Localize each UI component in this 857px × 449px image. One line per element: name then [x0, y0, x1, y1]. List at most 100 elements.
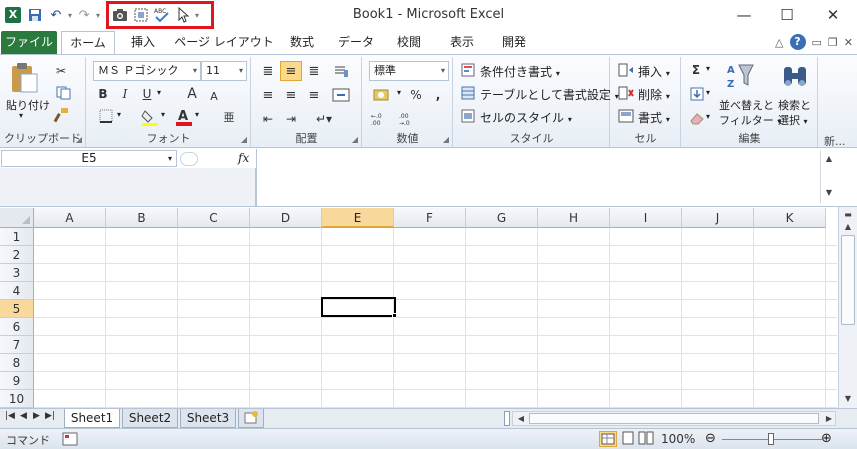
font-name-select[interactable]: ＭＳ Ｐゴシック ▾ — [93, 61, 201, 81]
tab-view[interactable]: 表示 — [440, 31, 484, 54]
row-header-2[interactable]: 2 — [0, 246, 34, 264]
borders-dropdown-icon[interactable]: ▾ — [117, 110, 121, 119]
alignment-launcher-icon[interactable]: ◢ — [352, 135, 358, 144]
paste-icon[interactable] — [6, 61, 42, 95]
last-sheet-icon[interactable]: ▶| — [45, 411, 55, 421]
name-box[interactable]: E5 ▾ — [1, 150, 177, 167]
merge-center-icon[interactable] — [330, 85, 352, 105]
row-header-7[interactable]: 7 — [0, 336, 34, 354]
column-header-b[interactable]: B — [106, 208, 178, 228]
underline-dropdown-icon[interactable]: ▾ — [157, 88, 161, 97]
active-cell[interactable] — [321, 297, 396, 317]
formula-input[interactable]: ▲ ▼ — [256, 149, 837, 206]
font-color-icon[interactable]: A — [173, 107, 195, 127]
normal-view-icon[interactable] — [599, 431, 617, 447]
vertical-scroll-thumb[interactable] — [841, 235, 855, 325]
horizontal-scroll-thumb[interactable] — [529, 413, 819, 424]
horizontal-scrollbar[interactable]: ◀ ▶ — [512, 411, 836, 426]
next-sheet-icon[interactable]: ▶ — [33, 411, 40, 421]
column-header-e[interactable]: E — [322, 208, 394, 228]
row-header-5[interactable]: 5 — [0, 300, 34, 318]
sort-filter-button[interactable]: フィルター ▾ — [719, 112, 781, 128]
align-top-icon[interactable]: ≣ — [258, 61, 278, 81]
shrink-font-button[interactable]: A — [205, 87, 223, 105]
column-header-k[interactable]: K — [754, 208, 826, 228]
tab-review[interactable]: 校閲 — [387, 31, 431, 54]
column-header-c[interactable]: C — [178, 208, 250, 228]
formula-scroll-up-icon[interactable]: ▲ — [821, 151, 837, 167]
vertical-scrollbar[interactable]: ▬ ▲ ▼ — [838, 207, 857, 408]
insert-cells-button[interactable]: 挿入 ▾ — [638, 63, 670, 80]
align-middle-icon[interactable]: ≡ — [280, 61, 302, 81]
format-as-table-icon[interactable] — [460, 85, 476, 101]
underline-button[interactable]: U — [139, 85, 155, 103]
prev-sheet-icon[interactable]: ◀ — [20, 411, 27, 421]
column-header-d[interactable]: D — [250, 208, 322, 228]
fill-down-icon[interactable] — [688, 85, 706, 103]
row-header-10[interactable]: 10 — [0, 390, 34, 408]
row-header-8[interactable]: 8 — [0, 354, 34, 372]
fill-color-dropdown-icon[interactable]: ▾ — [161, 110, 165, 119]
column-header-a[interactable]: A — [34, 208, 106, 228]
paste-label[interactable]: 貼り付け — [6, 97, 50, 113]
row-header-9[interactable]: 9 — [0, 372, 34, 390]
row-header-4[interactable]: 4 — [0, 282, 34, 300]
doc-restore-icon[interactable]: ❐ — [828, 36, 838, 49]
fill-handle[interactable] — [392, 313, 397, 318]
autosum-button[interactable]: Σ — [688, 61, 704, 79]
tab-formulas[interactable]: 数式 — [281, 31, 323, 54]
sort-filter-icon[interactable]: AZ — [724, 61, 756, 91]
delete-cells-icon[interactable] — [617, 85, 635, 101]
minimize-button[interactable]: — — [729, 4, 759, 26]
conditional-format-icon[interactable] — [460, 62, 476, 78]
currency-icon[interactable] — [369, 85, 397, 105]
zoom-out-icon[interactable]: ⊖ — [705, 431, 716, 446]
font-size-select[interactable]: 11 ▾ — [201, 61, 247, 81]
number-launcher-icon[interactable]: ◢ — [443, 135, 449, 144]
fill-dropdown-icon[interactable]: ▾ — [706, 88, 710, 97]
column-header-f[interactable]: F — [394, 208, 466, 228]
comma-button[interactable]: , — [429, 85, 447, 105]
scroll-up-icon[interactable]: ▲ — [840, 219, 856, 235]
insert-sheet-icon[interactable] — [238, 409, 264, 428]
align-bottom-icon[interactable]: ≣ — [304, 61, 324, 81]
formula-bar-resize-handle[interactable] — [180, 152, 198, 166]
sort-filter-label-1[interactable]: 並べ替えと — [719, 97, 774, 113]
paste-dropdown-icon[interactable]: ▾ — [19, 111, 23, 120]
maximize-button[interactable]: ☐ — [772, 4, 802, 26]
find-select-icon[interactable] — [779, 61, 811, 91]
tab-insert[interactable]: 挿入 — [121, 31, 165, 54]
scroll-left-icon[interactable]: ◀ — [513, 411, 529, 427]
bold-button[interactable]: B — [95, 85, 111, 103]
tab-data[interactable]: データ — [330, 31, 382, 54]
delete-cells-button[interactable]: 削除 ▾ — [638, 86, 670, 103]
wrap-text-icon[interactable]: ↵▾ — [310, 109, 338, 129]
page-break-view-icon[interactable] — [638, 431, 656, 447]
help-icon[interactable]: ? — [789, 34, 806, 50]
doc-minimize-icon[interactable]: ▭ — [812, 36, 822, 49]
insert-function-button[interactable]: fx — [238, 151, 249, 165]
conditional-format-button[interactable]: 条件付き書式 ▾ — [480, 63, 560, 80]
phonetic-icon[interactable]: 亜 — [219, 107, 239, 127]
tab-page-layout[interactable]: ページ レイアウト — [172, 31, 276, 54]
clear-dropdown-icon[interactable]: ▾ — [706, 112, 710, 121]
scroll-right-icon[interactable]: ▶ — [821, 411, 837, 427]
format-as-table-button[interactable]: テーブルとして書式設定 ▾ — [480, 86, 619, 103]
column-header-g[interactable]: G — [466, 208, 538, 228]
scroll-down-icon[interactable]: ▼ — [840, 391, 856, 407]
row-header-6[interactable]: 6 — [0, 318, 34, 336]
formula-bar-scroll[interactable]: ▲ ▼ — [820, 151, 834, 203]
number-format-select[interactable]: 標準 ▾ — [369, 61, 449, 81]
decrease-decimal-icon[interactable]: .00 →.0 — [397, 109, 423, 129]
increase-indent-icon[interactable]: ⇥ — [280, 109, 302, 129]
autosum-dropdown-icon[interactable]: ▾ — [706, 64, 710, 73]
fill-color-icon[interactable] — [139, 107, 161, 127]
font-launcher-icon[interactable]: ◢ — [241, 135, 247, 144]
column-header-i[interactable]: I — [610, 208, 682, 228]
sheet-tab-3[interactable]: Sheet3 — [180, 409, 236, 428]
insert-cells-icon[interactable] — [617, 62, 635, 78]
clear-icon[interactable] — [688, 109, 706, 127]
formula-scroll-down-icon[interactable]: ▼ — [821, 185, 837, 201]
format-cells-button[interactable]: 書式 ▾ — [638, 109, 670, 126]
minimize-ribbon-icon[interactable]: △ — [775, 36, 783, 49]
